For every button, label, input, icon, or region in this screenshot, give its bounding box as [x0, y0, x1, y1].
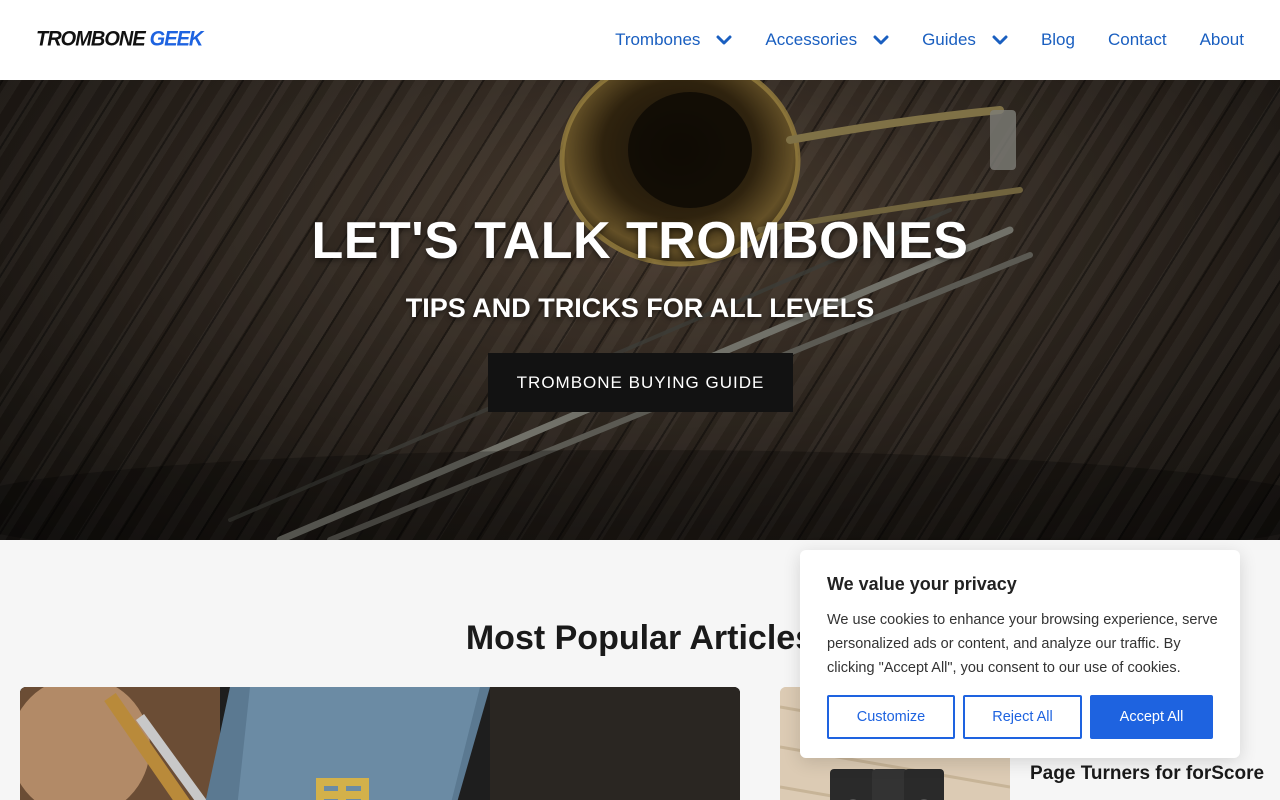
logo-word-trombone: TROMBONE — [36, 27, 146, 51]
main-nav: Trombones Accessories Guides Blog Contac… — [615, 28, 1244, 52]
accept-all-button[interactable]: Accept All — [1090, 695, 1213, 739]
featured-article-image[interactable] — [20, 687, 740, 800]
nav-item-guides[interactable]: Guides — [922, 28, 1008, 52]
cookie-description: We use cookies to enhance your browsing … — [827, 612, 1218, 676]
side-article-title[interactable]: Page Turners for forScore — [1030, 762, 1264, 786]
logo-word-geek: GEEK — [149, 27, 204, 51]
cookie-title: We value your privacy — [827, 574, 1017, 594]
nav-item-contact[interactable]: Contact — [1108, 28, 1167, 52]
nav-item-blog[interactable]: Blog — [1041, 28, 1075, 52]
customize-button[interactable]: Customize — [827, 695, 955, 739]
nav-label-blog: Blog — [1040, 30, 1075, 49]
site-header: TROMBONE GEEK Trombones Accessories Guide… — [0, 0, 1280, 80]
cookie-consent-banner: We value your privacy We use cookies to … — [800, 550, 1240, 758]
hero-banner: LET'S TALK TROMBONES TIPS AND TRICKS FOR… — [0, 80, 1280, 540]
site-logo[interactable]: TROMBONE GEEK — [36, 26, 204, 51]
nav-label-contact: Contact — [1107, 30, 1167, 49]
hero-subtitle: TIPS AND TRICKS FOR ALL LEVELS — [405, 293, 875, 323]
hero-title: LET'S TALK TROMBONES — [311, 212, 969, 270]
chevron-down-icon[interactable] — [873, 34, 889, 46]
nav-label-guides: Guides — [922, 30, 976, 49]
nav-label-accessories: Accessories — [765, 30, 858, 49]
featured-article-photo — [20, 687, 740, 800]
nav-label-about: About — [1199, 30, 1244, 49]
chevron-down-icon[interactable] — [716, 34, 732, 46]
reject-all-button[interactable]: Reject All — [963, 695, 1082, 739]
chevron-down-icon[interactable] — [992, 34, 1008, 46]
buying-guide-button[interactable]: TROMBONE BUYING GUIDE — [488, 353, 793, 412]
nav-label-trombones: Trombones — [615, 30, 701, 49]
nav-item-accessories[interactable]: Accessories — [765, 28, 889, 52]
nav-item-trombones[interactable]: Trombones — [615, 28, 732, 52]
nav-item-about[interactable]: About — [1200, 28, 1244, 52]
